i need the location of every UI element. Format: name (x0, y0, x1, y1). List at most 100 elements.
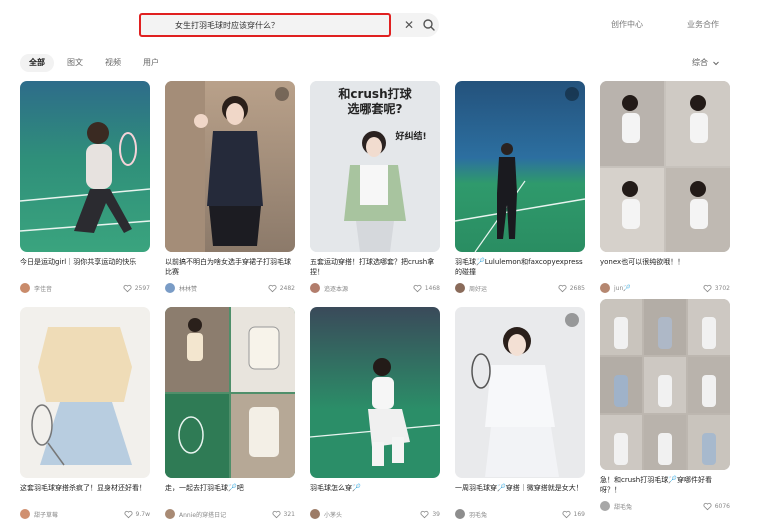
note-card[interactable]: 这套羽毛球穿搭杀疯了！显身材还好看！ 甜子草莓 9.7w (20, 307, 150, 520)
note-meta: 羽毛兔 169 (455, 508, 585, 520)
note-author[interactable]: 追逐本源 (310, 283, 348, 293)
note-card[interactable]: 羽毛球🏸Lululemon和faxcopyexpress的碰撞 周好运 2685 (455, 81, 585, 294)
note-cover[interactable] (455, 81, 585, 252)
note-card[interactable]: yonex也可以很纯欲哦！！ jun🏸 3702 (600, 81, 730, 294)
note-meta: jun🏸 3702 (600, 282, 730, 294)
play-icon (565, 87, 579, 101)
avatar (20, 283, 30, 293)
note-author[interactable]: 林林赞 (165, 283, 197, 293)
avatar (20, 509, 30, 519)
sort-dropdown[interactable]: 综合 (692, 57, 720, 68)
tab-user[interactable]: 用户 (134, 54, 168, 72)
heart-icon (562, 510, 571, 518)
search-box: ✕ (139, 13, 439, 37)
heart-icon (703, 502, 712, 510)
like-button[interactable]: 1468 (413, 284, 440, 293)
play-icon (275, 87, 289, 101)
note-meta: 周好运 2685 (455, 282, 585, 294)
like-button[interactable]: 9.7w (124, 510, 150, 519)
tab-video[interactable]: 视频 (96, 54, 130, 72)
note-title[interactable]: 这套羽毛球穿搭杀疯了！显身材还好看！ (20, 483, 150, 503)
note-author[interactable]: Annie的穿搭日记 (165, 509, 226, 519)
note-author[interactable]: 小茅头 (310, 509, 342, 519)
note-cover[interactable] (165, 307, 295, 478)
note-title[interactable]: 羽毛球怎么穿🏸 (310, 483, 440, 503)
heart-icon (413, 284, 422, 292)
note-cover[interactable] (165, 81, 295, 252)
note-meta: 李佳音 2597 (20, 282, 150, 294)
note-card[interactable]: 以前搞不明白为啥女选手穿裙子打羽毛球比赛 林林赞 2482 (165, 81, 295, 294)
avatar (455, 283, 465, 293)
chevron-down-icon (713, 61, 719, 65)
like-button[interactable]: 321 (272, 510, 295, 519)
note-title[interactable]: 五套运动穿搭！打球选哪套？把crush拿捏！ (310, 257, 440, 277)
avatar (600, 283, 610, 293)
note-title[interactable]: 以前搞不明白为啥女选手穿裙子打羽毛球比赛 (165, 257, 295, 277)
filter-tabs: 全部 图文 视频 用户 (20, 54, 168, 72)
like-button[interactable]: 169 (562, 510, 585, 519)
note-card[interactable]: 急！和crush打羽毛球🏸穿哪件好看呀？！ 甜毛兔 6076 (600, 299, 730, 512)
note-cover[interactable] (310, 307, 440, 478)
note-meta: 小茅头 39 (310, 508, 440, 520)
note-title[interactable]: 今日是运动girl｜羽你共享运动的快乐 (20, 257, 150, 277)
like-button[interactable]: 2597 (123, 284, 150, 293)
note-author[interactable]: 甜子草莓 (20, 509, 58, 519)
tab-all[interactable]: 全部 (20, 54, 54, 72)
like-button[interactable]: 39 (420, 510, 440, 519)
note-title[interactable]: 急！和crush打羽毛球🏸穿哪件好看呀？！ (600, 475, 730, 495)
note-title[interactable]: 羽毛球🏸Lululemon和faxcopyexpress的碰撞 (455, 257, 585, 277)
heart-icon (420, 510, 429, 518)
note-cover[interactable] (20, 307, 150, 478)
note-card[interactable]: 一周羽毛球穿🏸穿搭｜微穿搭就是女大！ 羽毛兔 169 (455, 307, 585, 520)
like-button[interactable]: 3702 (703, 284, 730, 293)
note-title[interactable]: 走，一起去打羽毛球🏸吧 (165, 483, 295, 503)
heart-icon (124, 510, 133, 518)
search-icon[interactable] (421, 17, 437, 33)
note-cover[interactable]: 和crush打球 选哪套呢? 好纠结! (310, 81, 440, 252)
avatar (165, 509, 175, 519)
top-bar: ✕ 创作中心 业务合作 (0, 0, 760, 50)
like-button[interactable]: 6076 (703, 502, 730, 511)
avatar (165, 283, 175, 293)
note-card[interactable]: 今日是运动girl｜羽你共享运动的快乐 李佳音 2597 (20, 81, 150, 294)
avatar (310, 509, 320, 519)
avatar (455, 509, 465, 519)
sort-label: 综合 (692, 58, 708, 67)
heart-icon (268, 284, 277, 292)
note-cover[interactable] (600, 299, 730, 470)
note-title[interactable]: 一周羽毛球穿🏸穿搭｜微穿搭就是女大！ (455, 483, 585, 503)
cover-caption-line2: 选哪套呢? (347, 102, 403, 116)
note-author[interactable]: 李佳音 (20, 283, 52, 293)
note-meta: 林林赞 2482 (165, 282, 295, 294)
note-meta: Annie的穿搭日记 321 (165, 508, 295, 520)
note-author[interactable]: 周好运 (455, 283, 487, 293)
note-meta: 追逐本源 1468 (310, 282, 440, 294)
note-card[interactable]: 走，一起去打羽毛球🏸吧 Annie的穿搭日记 321 (165, 307, 295, 520)
heart-icon (558, 284, 567, 292)
note-author[interactable]: 甜毛兔 (600, 501, 632, 511)
note-card[interactable]: 和crush打球 选哪套呢? 好纠结! 五套运动穿搭！打球选哪套？把crush拿… (310, 81, 440, 294)
note-meta: 甜子草莓 9.7w (20, 508, 150, 520)
clear-search-icon[interactable]: ✕ (401, 17, 417, 33)
play-icon (565, 313, 579, 327)
avatar (310, 283, 320, 293)
business-link[interactable]: 业务合作 (687, 19, 719, 30)
like-button[interactable]: 2482 (268, 284, 295, 293)
note-cover[interactable] (20, 81, 150, 252)
avatar (600, 501, 610, 511)
note-author[interactable]: 羽毛兔 (455, 509, 487, 519)
note-author[interactable]: jun🏸 (600, 283, 631, 293)
search-input[interactable] (139, 13, 391, 37)
heart-icon (703, 284, 712, 292)
creator-center-link[interactable]: 创作中心 (611, 19, 643, 30)
heart-icon (272, 510, 281, 518)
heart-icon (123, 284, 132, 292)
note-meta: 甜毛兔 6076 (600, 500, 730, 512)
like-button[interactable]: 2685 (558, 284, 585, 293)
note-cover[interactable] (600, 81, 730, 252)
cover-caption-line3: 好纠结! (395, 132, 427, 142)
note-cover[interactable] (455, 307, 585, 478)
note-title[interactable]: yonex也可以很纯欲哦！！ (600, 257, 730, 277)
note-card[interactable]: 羽毛球怎么穿🏸 小茅头 39 (310, 307, 440, 520)
tab-image-text[interactable]: 图文 (58, 54, 92, 72)
